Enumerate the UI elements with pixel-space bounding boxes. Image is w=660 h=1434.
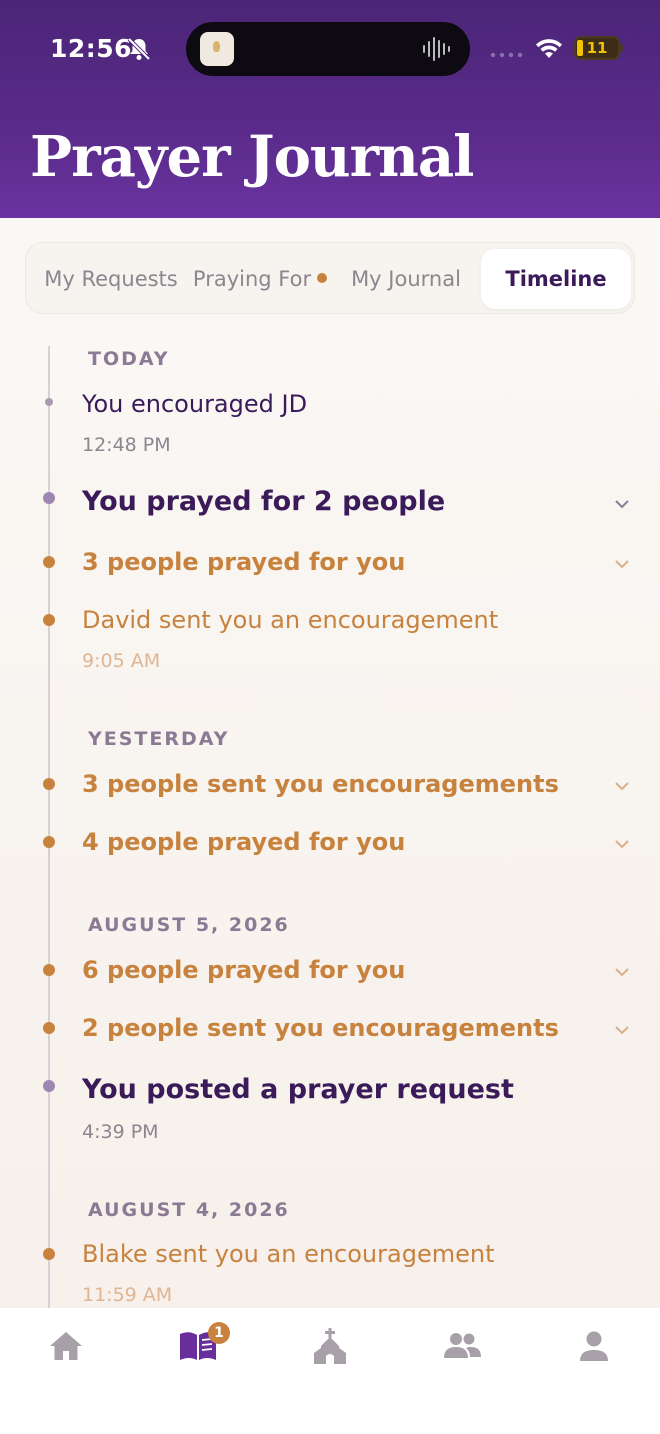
tab-bar: My Requests Praying For My Journal Timel… — [25, 242, 635, 314]
event-time: 11:59 AM — [82, 1284, 173, 1306]
header: 12:56 11 Prayer Journal — [0, 0, 660, 218]
bell-off-icon — [127, 37, 151, 61]
battery-level: 11 — [586, 39, 608, 57]
battery-cap — [620, 44, 623, 52]
chevron-down-icon[interactable] — [614, 499, 630, 509]
timeline-event[interactable]: Blake sent you an encouragement — [82, 1240, 494, 1268]
unread-dot-icon — [317, 273, 328, 283]
tab-label: Timeline — [505, 267, 607, 291]
section-header-yesterday: YESTERDAY — [88, 728, 230, 750]
chevron-down-icon[interactable] — [614, 781, 630, 791]
timeline-content[interactable]: My Requests Praying For My Journal Timel… — [0, 218, 660, 1308]
event-time: 4:39 PM — [82, 1121, 159, 1143]
tab-timeline[interactable]: Timeline — [481, 249, 631, 309]
tab-label: Praying For — [192, 267, 312, 291]
tab-praying-for[interactable]: Praying For — [186, 249, 334, 309]
timeline-event[interactable]: 6 people prayed for you — [82, 956, 405, 984]
timeline-node — [43, 556, 55, 568]
chevron-down-icon[interactable] — [614, 559, 630, 569]
chevron-down-icon[interactable] — [614, 839, 630, 849]
status-bar: 12:56 11 — [0, 0, 660, 96]
event-time: 12:48 PM — [82, 434, 171, 456]
timeline-node — [43, 836, 55, 848]
section-header-date: AUGUST 4, 2026 — [88, 1199, 290, 1221]
tab-my-requests[interactable]: My Requests — [36, 249, 186, 309]
tab-my-journal[interactable]: My Journal — [340, 249, 472, 309]
section-header-today: TODAY — [88, 348, 170, 370]
journal-badge: 1 — [208, 1322, 230, 1344]
timeline-line — [48, 346, 50, 1308]
timeline-node — [43, 492, 55, 504]
timeline-node — [43, 1022, 55, 1034]
timeline-node — [43, 964, 55, 976]
timeline-node — [45, 398, 53, 406]
tab-label: My Journal — [351, 267, 461, 291]
cellular-signal-icon — [490, 52, 523, 58]
timeline-node — [43, 614, 55, 626]
chevron-down-icon[interactable] — [614, 1025, 630, 1035]
timeline-event[interactable]: 3 people prayed for you — [82, 548, 405, 576]
event-time: 9:05 AM — [82, 650, 161, 672]
profile-icon[interactable] — [574, 1326, 614, 1366]
now-playing-artwork — [200, 32, 234, 66]
timeline-event[interactable]: 4 people prayed for you — [82, 828, 405, 856]
status-time: 12:56 — [50, 34, 133, 63]
timeline-node — [43, 778, 55, 790]
timeline-event[interactable]: You encouraged JD — [82, 390, 307, 418]
section-header-date: AUGUST 5, 2026 — [88, 914, 290, 936]
timeline-node — [43, 1080, 55, 1092]
church-icon[interactable] — [310, 1326, 350, 1366]
page-title: Prayer Journal — [30, 124, 474, 190]
tab-label: My Requests — [44, 267, 178, 291]
chevron-down-icon[interactable] — [614, 967, 630, 977]
dynamic-island[interactable] — [186, 22, 470, 76]
wifi-icon — [536, 39, 562, 58]
timeline-event[interactable]: You posted a prayer request — [82, 1074, 514, 1105]
timeline-event[interactable]: 2 people sent you encouragements — [82, 1014, 559, 1042]
timeline-event[interactable]: 3 people sent you encouragements — [82, 770, 559, 798]
timeline-event[interactable]: You prayed for 2 people — [82, 486, 445, 517]
people-icon[interactable] — [442, 1326, 482, 1366]
bottom-nav: 1 — [0, 1308, 660, 1434]
timeline-event[interactable]: David sent you an encouragement — [82, 606, 498, 634]
timeline-node — [43, 1248, 55, 1260]
audio-wave-icon — [423, 37, 450, 61]
home-icon[interactable] — [46, 1326, 86, 1366]
battery-icon: 11 — [574, 36, 620, 60]
